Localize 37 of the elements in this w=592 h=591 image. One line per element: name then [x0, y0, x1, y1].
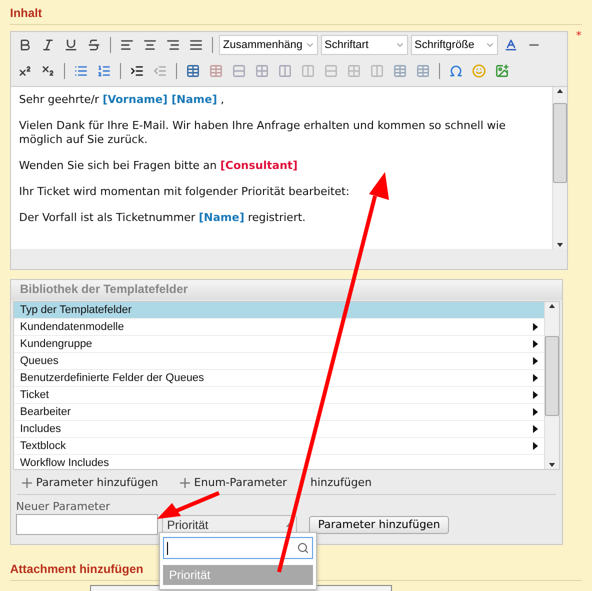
paragraph: Ihr Ticket wird momentan mit folgender Priorität bearbeitet: — [19, 185, 350, 199]
list-item[interactable]: Kundengruppe — [14, 336, 544, 353]
paragraph: Wenden Sie sich bei Fragen bitte an [Consultant] — [19, 159, 299, 173]
search-icon — [297, 542, 309, 554]
annotation-arrow — [157, 491, 220, 519]
list-item[interactable]: Bearbeiter — [14, 404, 544, 421]
add-parameter-link[interactable]: Enum-Parameter hinzufügen — [180, 476, 372, 489]
list-item[interactable]: Kundendatenmodelle — [14, 319, 544, 336]
scrollbar[interactable] — [544, 302, 559, 469]
search-field[interactable] — [163, 537, 313, 559]
list-item[interactable]: Benutzerdefinierte Felder der Queues — [14, 370, 544, 387]
scroll-down-icon[interactable] — [549, 461, 555, 469]
paragraph: Sehr geehrte/r [Vorname] [Name] , — [19, 93, 226, 107]
plus-icon — [180, 478, 190, 488]
list-item[interactable]: Includes — [14, 421, 544, 438]
format-select[interactable]: Schriftgröße — [410, 35, 498, 55]
scrollbar[interactable] — [552, 87, 567, 249]
list-item[interactable]: Textblock — [14, 438, 544, 455]
paragraph: Vielen Dank für Ihre E-Mail. Wir haben Ihre Anfrage erhalten und kommen so schnell wie möglich auf Sie zurück. — [19, 119, 507, 147]
add-parameter-link[interactable]: Parameter hinzufügen — [22, 476, 158, 489]
required-mark: * — [576, 29, 582, 42]
scroll-down-icon[interactable] — [557, 241, 563, 249]
list-item[interactable]: Typ der Templatefelder — [14, 302, 544, 319]
list-item[interactable]: Queues — [14, 353, 544, 370]
parameter-name-field[interactable] — [16, 514, 158, 535]
section-title: Inhalt — [10, 6, 582, 25]
plus-icon — [22, 478, 32, 488]
caret-icon — [286, 520, 292, 528]
panel-title: Bibliothek der Templatefelder — [11, 280, 562, 300]
paragraph: Der Vorfall ist als Ticketnummer [Name] registriert. — [19, 211, 307, 225]
field-label: Neuer Parameter — [16, 500, 110, 513]
add-parameter-button[interactable]: Parameter hinzufügen — [309, 516, 450, 534]
format-select[interactable]: Zusammenhäng — [219, 35, 318, 55]
format-select[interactable]: Schriftart — [320, 35, 408, 55]
list-item[interactable]: Ticket — [14, 387, 544, 404]
scroll-up-icon[interactable] — [557, 87, 563, 95]
scroll-up-icon[interactable] — [549, 302, 555, 310]
